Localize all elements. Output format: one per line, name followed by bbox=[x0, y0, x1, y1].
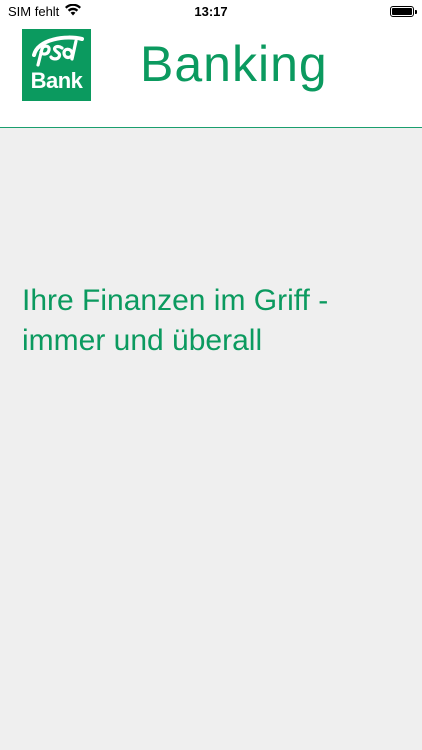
logo-bank-text: Bank bbox=[30, 68, 83, 93]
main-content: Ihre Finanzen im Griff - immer und übera… bbox=[0, 129, 422, 750]
status-bar: SIM fehlt 13:17 bbox=[0, 0, 422, 24]
battery-fill bbox=[392, 8, 412, 15]
psd-bank-logo: Bank bbox=[22, 29, 91, 101]
tagline-line-1: Ihre Finanzen im Griff - bbox=[22, 284, 329, 317]
tagline: Ihre Finanzen im Griff - immer und übera… bbox=[22, 281, 402, 361]
battery-tip bbox=[415, 10, 417, 14]
app-title: Banking bbox=[140, 36, 328, 92]
status-time: 13:17 bbox=[194, 4, 228, 19]
app-screen: SIM fehlt 13:17 Bank Banking Ihre Finanz… bbox=[0, 0, 422, 750]
psd-logo-icon bbox=[32, 35, 84, 67]
battery-icon bbox=[390, 6, 417, 17]
tagline-line-2: immer und überall bbox=[22, 324, 263, 357]
app-header: Bank Banking bbox=[0, 24, 422, 128]
